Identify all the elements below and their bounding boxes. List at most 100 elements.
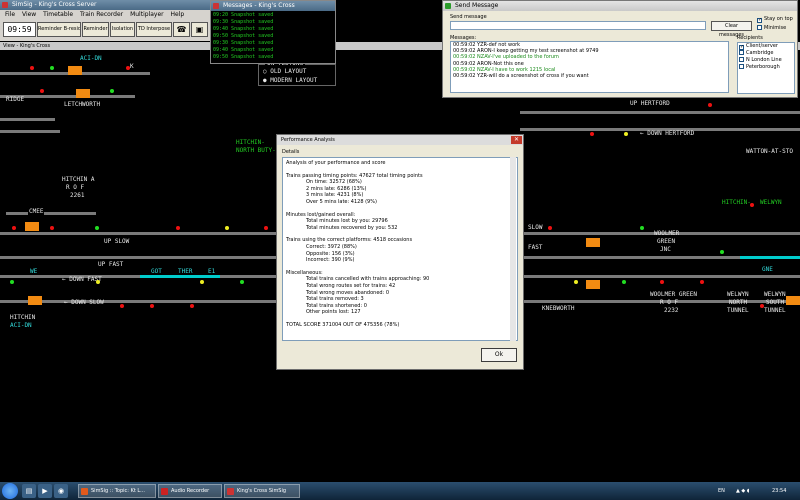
train-berth[interactable] bbox=[68, 66, 82, 75]
chat-log[interactable]: 00:59:02 YZR-def not work 00:59:02 ARON-… bbox=[450, 41, 729, 93]
language-indicator[interactable]: EN bbox=[718, 482, 725, 500]
stay-on-top-checkbox[interactable]: ✓ Stay on top bbox=[757, 16, 793, 23]
signal-red[interactable] bbox=[30, 66, 34, 70]
td-interpose-button[interactable]: TD Interpose bbox=[136, 22, 172, 37]
message-line: 09:40 Snapshot saved bbox=[213, 47, 274, 53]
send-message-title: Send Message bbox=[455, 2, 499, 9]
reminder-button[interactable]: Reminder bbox=[82, 22, 109, 37]
track-route-set bbox=[140, 275, 220, 278]
signal-red[interactable] bbox=[750, 203, 754, 207]
panel-label-woolmer: WOOLMER bbox=[654, 230, 680, 237]
train-berth[interactable] bbox=[28, 296, 42, 305]
recipient-n-london-line[interactable]: N London Line bbox=[739, 57, 794, 64]
isolation-button[interactable]: Isolation bbox=[110, 22, 135, 37]
message-line: 09:50 Snapshot saved bbox=[213, 33, 274, 39]
taskbar-item-kings-cross[interactable]: King's Cross SimSig bbox=[224, 484, 300, 498]
stat-line: On time: 32572 (68%) bbox=[306, 179, 362, 186]
minimise-checkbox[interactable]: Minimise bbox=[757, 25, 786, 31]
details-scrollbar[interactable] bbox=[510, 157, 516, 341]
panel-label-letchworth: LETCHWORTH bbox=[64, 101, 101, 108]
section-heading: Miscellaneous: bbox=[286, 269, 323, 276]
signal-green[interactable] bbox=[50, 66, 54, 70]
recipient-client-server[interactable]: ✓ Client/server bbox=[739, 43, 794, 50]
signal-red[interactable] bbox=[590, 132, 594, 136]
menu-timetable[interactable]: Timetable bbox=[43, 11, 73, 18]
signal-green[interactable] bbox=[95, 226, 99, 230]
panel-label-welwyn-s: WELWYN bbox=[764, 291, 786, 298]
performance-details-box[interactable]: Analysis of your performance and score T… bbox=[282, 157, 518, 341]
panel-label-hitchin-a-no: 2261 bbox=[70, 192, 85, 199]
menu-multiplayer[interactable]: Multiplayer bbox=[130, 11, 164, 18]
clear-messages-button[interactable]: Clear messages bbox=[711, 21, 752, 38]
panel-label-welwyn-n3: TUNNEL bbox=[727, 307, 749, 314]
message-line: 09:20 Snapshot saved bbox=[213, 12, 274, 18]
system-clock[interactable]: 23:54 bbox=[772, 482, 786, 500]
signal-yellow[interactable] bbox=[225, 226, 229, 230]
track-route-set bbox=[740, 256, 800, 259]
signal-green[interactable] bbox=[10, 280, 14, 284]
start-button[interactable] bbox=[2, 483, 18, 499]
signal-green[interactable] bbox=[720, 250, 724, 254]
track-up-slow bbox=[0, 232, 276, 235]
message-line: 09:40 Snapshot saved bbox=[213, 26, 274, 32]
simsig-icon bbox=[227, 488, 234, 495]
signal-red[interactable] bbox=[700, 280, 704, 284]
signal-red[interactable] bbox=[708, 103, 712, 107]
signal-yellow[interactable] bbox=[574, 280, 578, 284]
panel-label-hitchin-b-sub: ACI-DN bbox=[10, 322, 32, 329]
signal-green[interactable] bbox=[240, 280, 244, 284]
reminder-b-reside-button[interactable]: Reminder B-reside bbox=[37, 22, 81, 37]
explorer-icon[interactable]: ▤ bbox=[22, 484, 36, 498]
signal-yellow[interactable] bbox=[200, 280, 204, 284]
signal-red[interactable] bbox=[120, 304, 124, 308]
signal-red[interactable] bbox=[50, 226, 54, 230]
total-score: TOTAL SCORE 371004 OUT OF 475356 (78%) bbox=[286, 321, 400, 328]
signal-red[interactable] bbox=[176, 226, 180, 230]
train-berth[interactable] bbox=[786, 296, 800, 305]
menu-file[interactable]: File bbox=[5, 11, 15, 18]
signal-red[interactable] bbox=[264, 226, 268, 230]
recipient-peterborough[interactable]: Peterborough bbox=[739, 64, 794, 71]
signal-red[interactable] bbox=[40, 89, 44, 93]
telephone-icon[interactable]: ☎ bbox=[173, 22, 190, 37]
section-heading: Trains passing timing points: 47627 tota… bbox=[286, 172, 423, 179]
signal-red[interactable] bbox=[760, 304, 764, 308]
browser-icon[interactable]: ◉ bbox=[54, 484, 68, 498]
panel-label-got: GOT bbox=[151, 268, 162, 275]
signal-green[interactable] bbox=[110, 89, 114, 93]
menu-help[interactable]: Help bbox=[171, 11, 185, 18]
recipient-cambridge[interactable]: Cambridge bbox=[739, 50, 794, 57]
panel-label-hitchin-green: HITCHIN- bbox=[722, 199, 751, 206]
legend-old-layout[interactable]: ○ OLD LAYOUT bbox=[263, 68, 306, 75]
signal-yellow[interactable] bbox=[624, 132, 628, 136]
signal-red[interactable] bbox=[548, 226, 552, 230]
sim-clock[interactable]: 09:59 bbox=[3, 22, 36, 37]
close-icon[interactable]: ✕ bbox=[511, 136, 522, 144]
train-berth[interactable] bbox=[76, 89, 90, 98]
signal-green[interactable] bbox=[640, 226, 644, 230]
signal-red[interactable] bbox=[126, 66, 130, 70]
signal-red[interactable] bbox=[660, 280, 664, 284]
train-berth[interactable] bbox=[25, 222, 39, 231]
send-message-input[interactable] bbox=[450, 21, 706, 30]
taskbar-item-audio-recorder[interactable]: Audio Recorder bbox=[158, 484, 222, 498]
stat-line: Total trains removed: 3 bbox=[306, 296, 364, 303]
signal-red[interactable] bbox=[12, 226, 16, 230]
media-player-icon[interactable]: ▶ bbox=[38, 484, 52, 498]
legend-modern-layout[interactable]: ● MODERN LAYOUT bbox=[263, 77, 317, 84]
train-icon[interactable]: ▣ bbox=[191, 22, 208, 37]
train-berth[interactable] bbox=[586, 238, 600, 247]
desktop: { "main_window": { "title": "SimSig - Ki… bbox=[0, 0, 800, 500]
ok-button[interactable]: Ok bbox=[481, 348, 517, 362]
messages-list[interactable]: 09:20 Snapshot saved 09:30 Snapshot save… bbox=[213, 12, 333, 61]
menu-train-recorder[interactable]: Train Recorder bbox=[80, 11, 123, 18]
signal-red[interactable] bbox=[190, 304, 194, 308]
train-berth[interactable] bbox=[586, 280, 600, 289]
menu-view[interactable]: View bbox=[22, 11, 36, 18]
taskbar-item-simsig-topic[interactable]: SimSig :: Topic: Kt L... bbox=[78, 484, 156, 498]
send-message-label: Send message bbox=[450, 14, 487, 20]
signal-green[interactable] bbox=[622, 280, 626, 284]
tray-icons[interactable]: ▲ ◆ ◖ bbox=[736, 482, 750, 500]
signal-yellow[interactable] bbox=[96, 280, 100, 284]
signal-red[interactable] bbox=[150, 304, 154, 308]
